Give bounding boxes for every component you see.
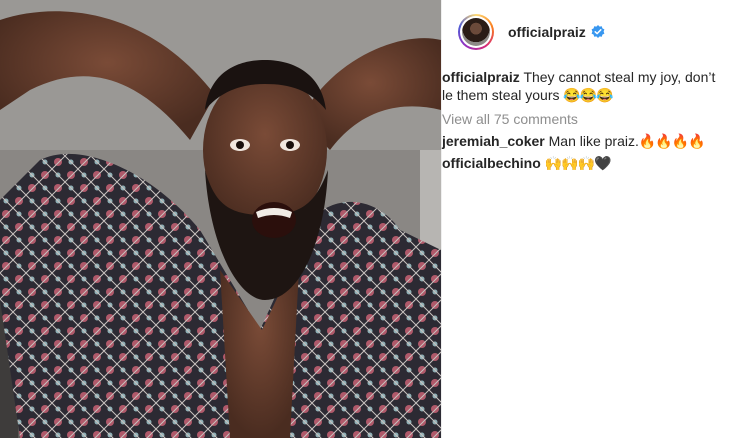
comment-row: jeremiah_coker Man like praiz.🔥🔥🔥🔥 (442, 132, 725, 150)
post-photo[interactable] (0, 0, 441, 438)
caption-username[interactable]: officialpraiz (442, 69, 520, 85)
comment-username[interactable]: jeremiah_coker (442, 133, 545, 149)
view-all-comments-link[interactable]: View all 75 comments (442, 110, 725, 128)
photo-illustration (0, 0, 441, 438)
post-header: officialpraiz (442, 0, 741, 64)
comment-emoji: 🙌🙌🙌🖤 (544, 155, 612, 171)
post-username[interactable]: officialpraiz (508, 24, 586, 40)
verified-badge-icon (591, 25, 605, 39)
post-comments: officialpraiz They cannot steal my joy, … (442, 64, 741, 172)
comment-text: Man like praiz. (548, 133, 639, 149)
avatar[interactable] (458, 14, 494, 50)
comment-emoji: 🔥🔥🔥🔥 (638, 133, 706, 149)
post-caption: officialpraiz They cannot steal my joy, … (442, 68, 725, 104)
comment-username[interactable]: officialbechino (442, 155, 541, 171)
comment-row: officialbechino 🙌🙌🙌🖤 (442, 154, 725, 172)
post-sidebar: officialpraiz officialpraiz They cannot … (441, 0, 741, 438)
caption-emoji: 😂😂😂 (563, 87, 613, 103)
